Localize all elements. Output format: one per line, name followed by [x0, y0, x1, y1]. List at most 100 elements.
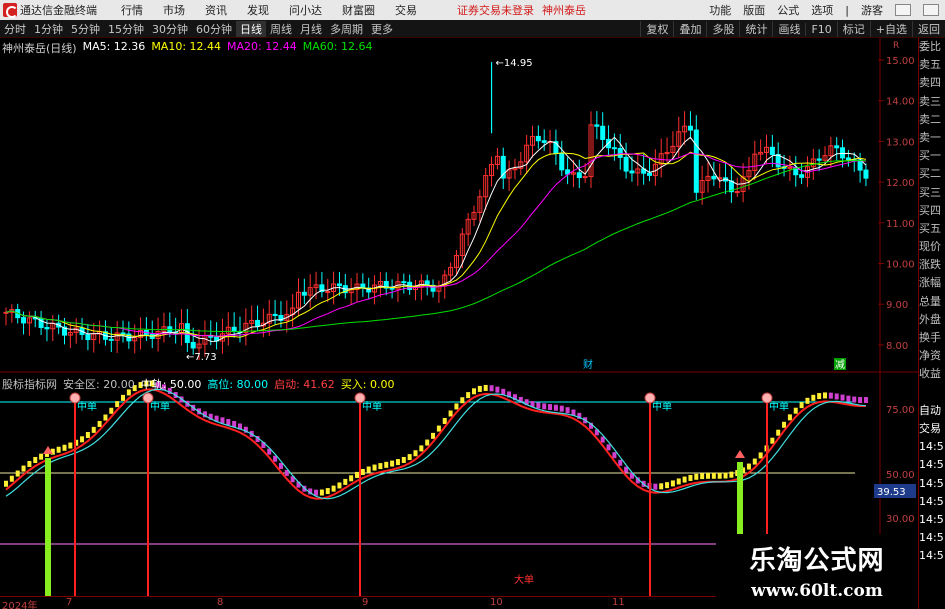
indicator-name[interactable]: 股标指标网	[2, 376, 57, 392]
low-price-label: ←7.73	[186, 352, 217, 363]
login-notice[interactable]: 证券交易未登录	[457, 2, 534, 18]
tool-add-watchlist[interactable]: +自选	[869, 21, 912, 37]
date-axis-label: 11	[612, 597, 625, 608]
tool-draw-line[interactable]: 画线	[772, 21, 805, 37]
maximize-button[interactable]	[923, 4, 939, 16]
oscillator-block	[799, 402, 804, 409]
price-axis-label: 11.00	[886, 219, 915, 230]
tool-mark[interactable]: 标记	[836, 21, 870, 37]
period-daily[interactable]: 日线	[236, 20, 266, 37]
candle-body	[120, 332, 126, 335]
oscillator-block	[823, 392, 827, 399]
tool-f10[interactable]: F10	[805, 22, 836, 36]
oscillator-block	[606, 444, 611, 451]
candle-body	[711, 175, 717, 180]
oscillator-block	[436, 425, 441, 432]
oscillator-block	[115, 401, 120, 408]
ma60-value: MA60: 12.64	[302, 40, 373, 53]
side-panel-item: 买一	[919, 149, 941, 163]
period-60min[interactable]: 60分钟	[192, 21, 236, 37]
side-panel-item[interactable]: 自动	[919, 402, 945, 420]
tool-multi-stock[interactable]: 多股	[706, 21, 739, 37]
menu-ask[interactable]: 问小达	[289, 2, 322, 18]
side-panel-item: 买三	[919, 185, 941, 199]
oscillator-block	[700, 473, 705, 480]
oscillator-block	[109, 407, 114, 414]
stock-period-label[interactable]: 神州泰岳(日线)	[2, 40, 77, 56]
period-30min[interactable]: 30分钟	[148, 21, 192, 37]
side-panel-item[interactable]: 交易	[919, 420, 945, 438]
candle-body	[647, 172, 652, 176]
menu-trade[interactable]: 交易	[395, 2, 417, 18]
side-panel-item: 14:5	[919, 531, 944, 545]
oscillator-block	[723, 472, 728, 479]
period-15min[interactable]: 15分钟	[104, 21, 148, 37]
candle-body	[85, 333, 91, 341]
menu-options[interactable]: 选项	[811, 2, 833, 18]
oscillator-block	[331, 485, 336, 492]
period-1min[interactable]: 1分钟	[30, 21, 67, 37]
oscillator-block	[542, 403, 547, 410]
menu-layout[interactable]: 版面	[743, 2, 765, 18]
oscillator-block	[355, 471, 359, 478]
oscillator-block	[834, 393, 839, 400]
candle-body	[301, 291, 307, 296]
tool-restore-rights[interactable]: 复权	[640, 21, 673, 37]
oscillator-block	[553, 404, 558, 411]
candle-body	[863, 169, 869, 179]
menu-formula[interactable]: 公式	[777, 2, 799, 18]
oscillator-block	[676, 478, 681, 485]
menu-quotes[interactable]: 行情	[121, 2, 143, 18]
tool-back[interactable]: 返回	[912, 21, 945, 37]
side-panel-item: 14:5	[919, 494, 944, 508]
indicator-buy-value: 买入: 0.00	[340, 378, 395, 391]
oscillator-block	[390, 460, 395, 467]
menu-market[interactable]: 市场	[163, 2, 185, 18]
menu-discover[interactable]: 发现	[247, 2, 269, 18]
oscillator-block	[448, 410, 453, 417]
tool-stats[interactable]: 统计	[739, 21, 772, 37]
period-5min[interactable]: 5分钟	[67, 21, 104, 37]
oscillator-block	[442, 417, 447, 424]
side-panel-item: 买五	[919, 221, 941, 235]
oscillator-block	[401, 456, 406, 463]
period-multi[interactable]: 多周期	[326, 21, 367, 37]
period-monthly[interactable]: 月线	[296, 21, 326, 37]
kline-chart-area[interactable]: 15.00 14.00 13.00 12.00 11.00 10.00 9.00 8.00 R ←…	[0, 38, 918, 596]
date-axis-label: 9	[362, 597, 369, 608]
menu-functions[interactable]: 功能	[709, 2, 731, 18]
tool-overlay[interactable]: 叠加	[673, 21, 706, 37]
oscillator-block	[454, 403, 459, 410]
menu-news[interactable]: 资讯	[205, 2, 227, 18]
oscillator-block	[477, 385, 482, 392]
watermark-url: www.60lt.com	[751, 581, 883, 601]
oscillator-block	[431, 432, 436, 439]
oscillator-block	[840, 394, 845, 401]
period-weekly[interactable]: 周线	[266, 21, 296, 37]
oscillator-block	[659, 483, 664, 490]
oscillator-block	[688, 474, 693, 481]
oscillator-block	[103, 414, 108, 421]
menu-guest[interactable]: 游客	[861, 2, 883, 18]
oscillator-block	[68, 442, 73, 449]
oscillator-block	[483, 384, 488, 391]
side-panel-item: 卖一	[919, 130, 941, 144]
app-logo-icon	[3, 3, 18, 18]
oscillator-block	[366, 466, 371, 473]
oscillator-block	[618, 459, 623, 466]
candle-body	[834, 145, 840, 149]
candle-body	[687, 125, 693, 131]
side-panel-item: 卖三	[919, 94, 941, 108]
menu-wealth[interactable]: 财富圈	[342, 2, 375, 18]
candle-body	[3, 311, 9, 314]
minimize-button[interactable]	[895, 4, 911, 16]
oscillator-block	[425, 439, 430, 446]
ma20-value: MA20: 12.44	[227, 40, 297, 53]
indicator-start-value: 启动: 41.62	[274, 378, 335, 391]
period-tick[interactable]: 分时	[0, 21, 30, 37]
candle-body	[576, 172, 582, 179]
ma5-line	[5, 136, 867, 342]
period-more[interactable]: 更多	[367, 21, 397, 37]
indicator-axis-label: 50.00	[886, 470, 915, 481]
oscillator-block	[220, 417, 225, 424]
